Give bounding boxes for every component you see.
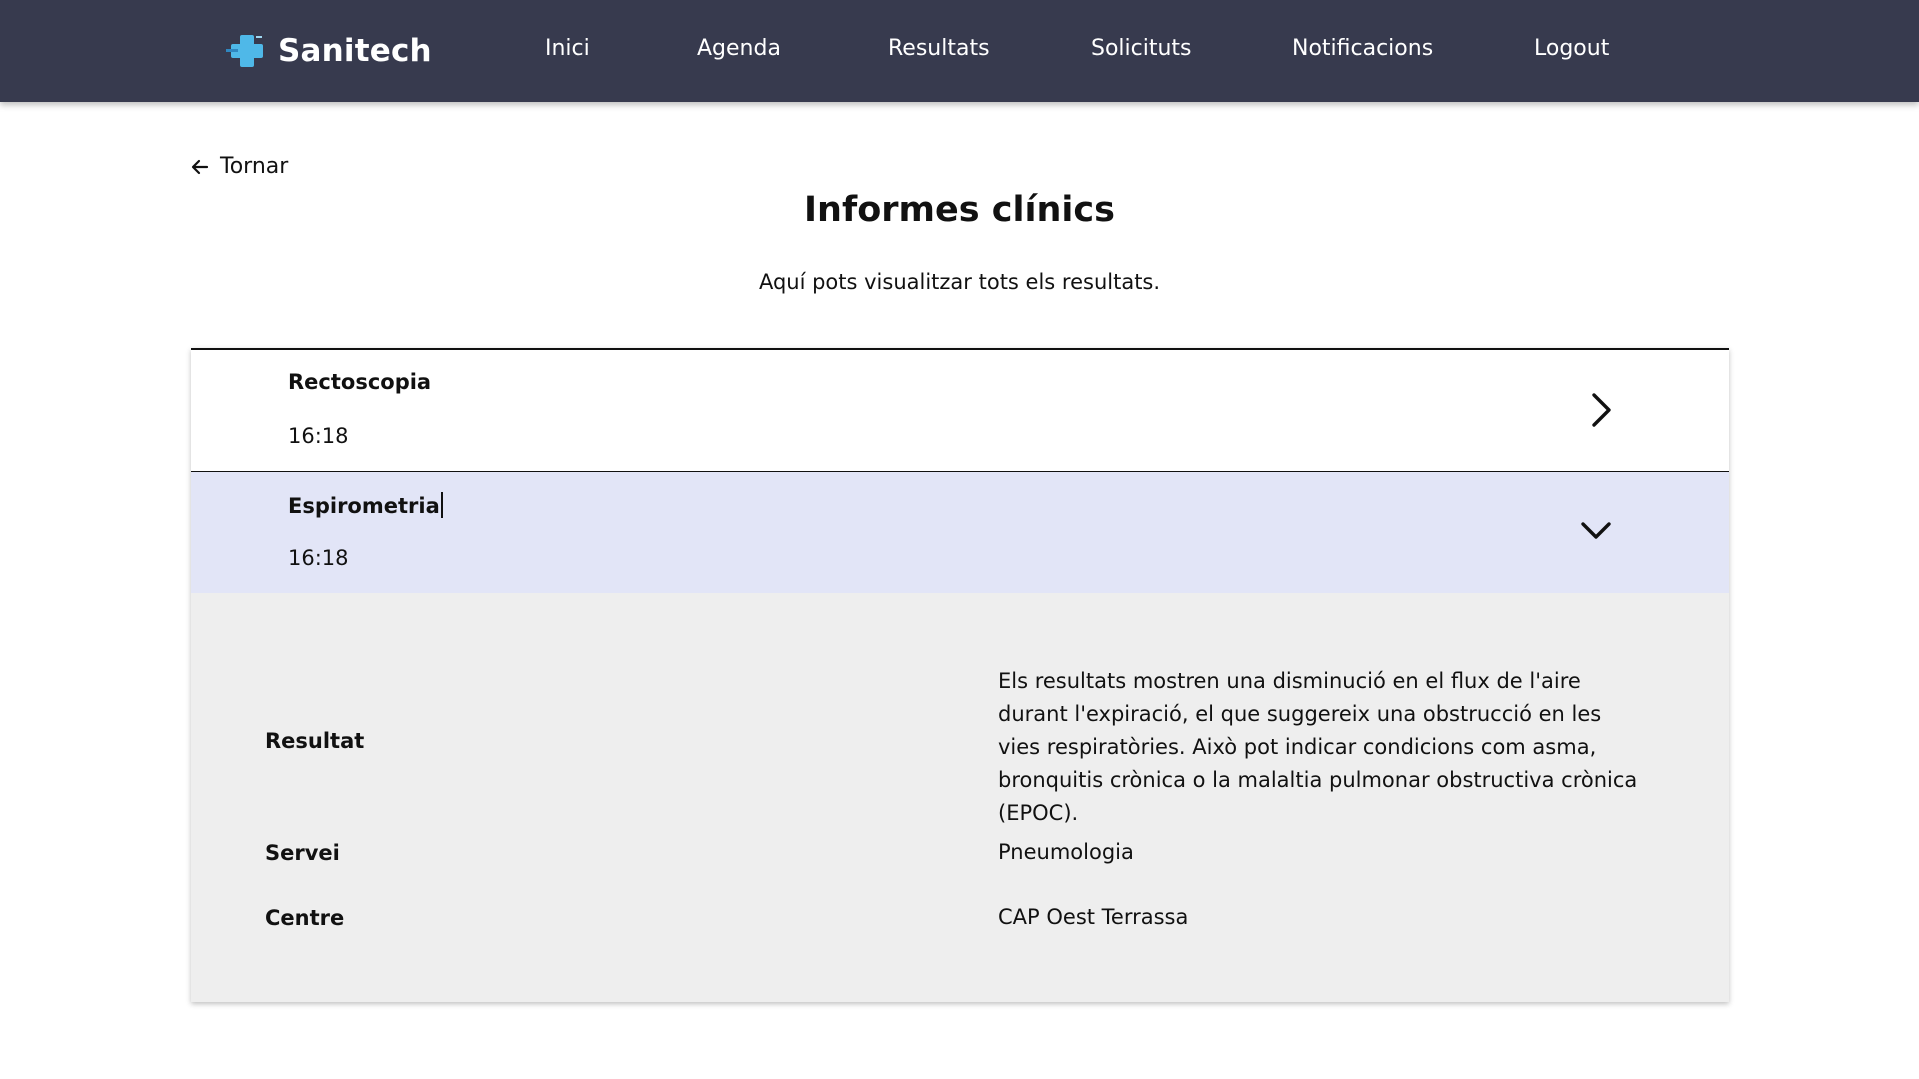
chevron-right-icon[interactable]: [1588, 392, 1614, 428]
center-value: CAP Oest Terrassa: [998, 905, 1189, 929]
report-title: Espirometria: [288, 492, 443, 518]
back-label: Tornar: [220, 154, 289, 179]
nav-resultats[interactable]: Resultats: [888, 36, 990, 61]
report-title-text: Espirometria: [288, 494, 440, 518]
nav-solicituts[interactable]: Solicituts: [1091, 36, 1192, 61]
report-time: 16:18: [288, 424, 349, 448]
page-subtitle: Aquí pots visualitzar tots els resultats…: [758, 270, 1161, 294]
report-details-panel: Resultat Els resultats mostren una dismi…: [191, 593, 1729, 1002]
report-item-espirometria[interactable]: Espirometria 16:18: [191, 471, 1729, 593]
text-cursor: [440, 492, 443, 518]
report-time: 16:18: [288, 546, 349, 570]
service-value: Pneumologia: [998, 840, 1134, 864]
nav-notificacions[interactable]: Notificacions: [1292, 36, 1433, 61]
brand[interactable]: Sanitech: [226, 30, 432, 72]
nav-logout[interactable]: Logout: [1534, 36, 1609, 61]
nav-agenda[interactable]: Agenda: [697, 36, 781, 61]
service-label: Servei: [265, 841, 340, 865]
nav-inici[interactable]: Inici: [545, 36, 590, 61]
result-label: Resultat: [265, 729, 365, 753]
center-label: Centre: [265, 906, 345, 930]
report-item-rectoscopia[interactable]: Rectoscopia 16:18: [191, 348, 1729, 471]
reports-accordion: Rectoscopia 16:18 Espirometria 16:18 Res…: [191, 348, 1729, 1002]
arrow-left-icon: [191, 159, 209, 174]
top-navigation-bar: Sanitech Inici Agenda Resultats Solicitu…: [0, 0, 1919, 102]
brand-name: Sanitech: [278, 33, 432, 69]
report-title: Rectoscopia: [288, 370, 432, 394]
result-value: Els resultats mostren una disminució en …: [998, 669, 1638, 825]
page-title: Informes clínics: [804, 190, 1115, 230]
back-link[interactable]: Tornar: [190, 154, 288, 179]
chevron-down-icon[interactable]: [1580, 520, 1612, 542]
cross-logo-icon: [226, 35, 263, 67]
